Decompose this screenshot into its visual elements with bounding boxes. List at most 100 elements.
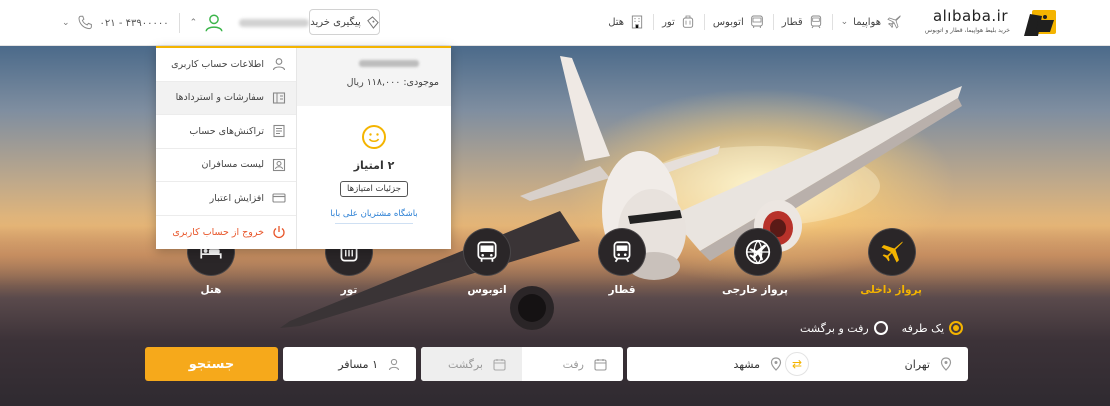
category-label: تور — [340, 284, 358, 296]
category-domestic-flight[interactable]: پرواز داخلی — [860, 228, 922, 296]
origin-value: تهران — [904, 357, 930, 371]
account-dropdown: اطلاعات حساب کاربری سفارشات و استردادها … — [156, 46, 451, 249]
nav-airplane[interactable]: هواپیما ⌄ — [831, 14, 910, 30]
header-left-group: ⌄ ۰۲۱ - ۴۳۹۰۰۰۰۰ ⌃ — [62, 10, 310, 36]
train-icon — [810, 15, 821, 29]
menu-label: تراکنش‌های حساب — [189, 125, 264, 137]
round-trip-radio[interactable]: رفت و برگشت — [800, 321, 888, 335]
one-way-label: یک طرفه — [901, 321, 945, 335]
track-order-label: پیگیری خرید — [310, 16, 361, 28]
swap-icon: ⇄ — [791, 357, 803, 371]
user-account-icon[interactable] — [203, 12, 225, 34]
main-nav: هواپیما ⌄ قطار اتوبوس تور هتل — [608, 9, 910, 35]
logo-mark-icon — [1024, 10, 1056, 36]
alibaba-logo[interactable]: alıbaba.ir خرید بلیط هواپیما، قطار و اتو… — [920, 6, 1060, 40]
round-trip-label: رفت و برگشت — [800, 321, 869, 335]
return-placeholder: برگشت — [448, 357, 483, 371]
search-button[interactable]: جستجو — [145, 347, 278, 381]
nav-bus[interactable]: اتوبوس — [703, 14, 773, 30]
menu-label: خروج از حساب کاربری — [172, 226, 264, 238]
wallet-balance: موجودی: ۱۱۸,۰۰۰ ریال — [346, 77, 439, 88]
chevron-down-icon: ⌄ — [840, 17, 849, 27]
nav-tour[interactable]: تور — [653, 14, 704, 30]
user-name-blurred — [359, 60, 419, 67]
train-icon — [598, 228, 646, 276]
location-pin-icon — [770, 357, 782, 371]
nav-label: تور — [662, 16, 675, 28]
category-train[interactable]: قطار — [592, 228, 652, 296]
airplane-icon — [887, 15, 901, 29]
transactions-icon — [273, 125, 285, 138]
top-header: ⌄ ۰۲۱ - ۴۳۹۰۰۰۰۰ ⌃ پیگیری خرید هواپیما ⌄… — [0, 0, 1110, 46]
customer-club-link[interactable]: باشگاه مشتریان علی بابا — [297, 209, 451, 219]
category-label: هتل — [200, 284, 222, 296]
nav-label: هواپیما — [853, 16, 881, 28]
menu-label: اطلاعات حساب کاربری — [171, 58, 264, 70]
category-label: پرواز خارجی — [721, 284, 788, 296]
menu-item-passengers[interactable]: لیست مسافران — [156, 149, 296, 182]
logo-text: alıbaba.ir — [932, 7, 1008, 25]
chevron-up-icon[interactable]: ⌃ — [190, 18, 198, 28]
hotel-icon — [631, 15, 643, 29]
user-icon — [272, 58, 286, 71]
chevron-down-icon[interactable]: ⌄ — [62, 18, 70, 28]
divider — [178, 13, 180, 33]
radio-checked-icon — [949, 321, 964, 335]
bus-icon — [750, 15, 763, 28]
passengers-value: ۱ مسافر — [338, 357, 378, 371]
swap-button[interactable]: ⇄ — [785, 352, 809, 376]
menu-label: لیست مسافران — [201, 159, 264, 171]
nav-label: اتوبوس — [712, 16, 744, 28]
logo-tagline: خرید بلیط هواپیما، قطار و اتوبوس — [924, 27, 1010, 34]
passengers-input[interactable]: ۱ مسافر — [283, 347, 416, 381]
menu-item-logout[interactable]: خروج از حساب کاربری — [156, 216, 296, 250]
account-menu: اطلاعات حساب کاربری سفارشات و استردادها … — [156, 48, 297, 249]
return-date-input[interactable]: برگشت — [421, 347, 522, 381]
one-way-radio[interactable]: یک طرفه — [901, 321, 964, 335]
profile-header: موجودی: ۱۱۸,۰۰۰ ریال — [297, 48, 451, 106]
user-email-blurred — [239, 19, 310, 27]
person-icon — [388, 358, 400, 371]
loyalty-points: ۲ امتیاز جزئیات امتیازها باشگاه مشتریان … — [297, 124, 451, 224]
menu-item-orders[interactable]: سفارشات و استردادها — [156, 81, 296, 115]
menu-item-account-info[interactable]: اطلاعات حساب کاربری — [156, 48, 296, 82]
points-details-button[interactable]: جزئیات امتیازها — [340, 181, 408, 197]
menu-item-transactions[interactable]: تراکنش‌های حساب — [156, 115, 296, 149]
nav-hotel[interactable]: هتل — [600, 14, 653, 30]
domestic-flight-icon — [868, 228, 916, 276]
points-count: ۲ امتیاز — [353, 159, 395, 172]
nav-label: قطار — [781, 16, 803, 28]
destination-input[interactable]: مشهد — [628, 347, 798, 381]
menu-label: افزایش اعتبار — [209, 192, 264, 204]
account-summary: موجودی: ۱۱۸,۰۰۰ ریال ۲ امتیاز جزئیات امت… — [297, 48, 451, 249]
ticket-icon — [366, 15, 379, 29]
menu-item-add-credit[interactable]: افزایش اعتبار — [156, 182, 296, 216]
international-flight-icon — [734, 228, 782, 276]
passengers-icon — [272, 158, 286, 171]
route-field: تهران ⇄ مشهد — [627, 347, 968, 381]
destination-value: مشهد — [733, 357, 760, 371]
nav-train[interactable]: قطار — [772, 14, 832, 30]
smiley-icon — [362, 125, 386, 149]
credit-card-icon — [272, 193, 286, 203]
category-international-flight[interactable]: پرواز خارجی — [721, 228, 788, 296]
trip-type-selector: یک طرفه رفت و برگشت — [800, 321, 964, 335]
origin-input[interactable]: تهران — [798, 347, 968, 381]
phone-icon — [78, 15, 92, 30]
calendar-icon — [594, 358, 607, 371]
menu-label: سفارشات و استردادها — [175, 92, 264, 104]
tour-icon — [682, 15, 693, 28]
category-bus[interactable]: اتوبوس — [457, 228, 517, 296]
orders-icon — [272, 92, 286, 104]
calendar-icon — [493, 358, 506, 371]
location-pin-icon — [940, 357, 952, 371]
track-order-button[interactable]: پیگیری خرید — [309, 9, 380, 35]
dates-field: رفت برگشت — [421, 347, 623, 381]
radio-unchecked-icon — [873, 321, 888, 335]
category-label: اتوبوس — [467, 284, 507, 296]
power-icon — [273, 226, 285, 239]
nav-label: هتل — [608, 16, 625, 28]
depart-date-input[interactable]: رفت — [522, 347, 623, 381]
support-phone[interactable]: ۰۲۱ - ۴۳۹۰۰۰۰۰ — [100, 18, 169, 29]
category-label: قطار — [608, 284, 636, 296]
